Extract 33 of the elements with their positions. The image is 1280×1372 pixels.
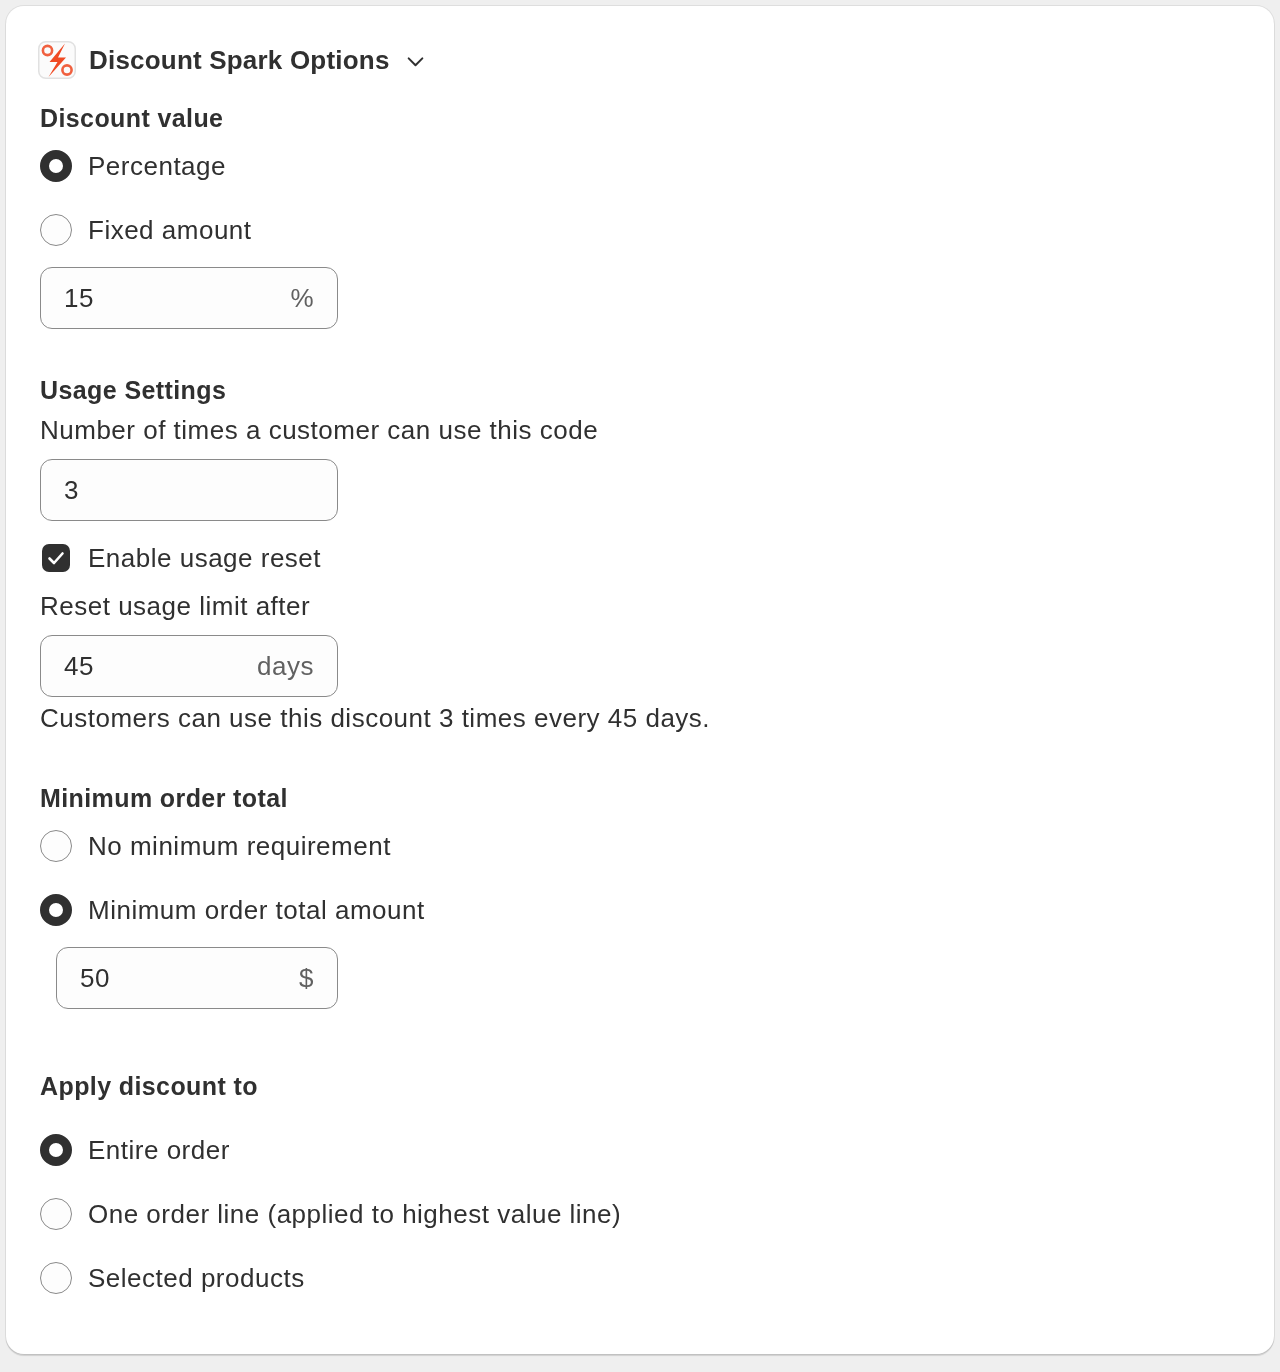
currency-label: $ xyxy=(299,962,314,994)
chevron-down-icon[interactable] xyxy=(406,56,424,67)
checkbox-label: Enable usage reset xyxy=(88,542,322,574)
percentage-field[interactable]: 15 % xyxy=(40,267,338,329)
field-label: Reset usage limit after xyxy=(40,590,311,622)
card-title: Discount Spark Options xyxy=(89,44,390,76)
section-heading: Apply discount to xyxy=(40,1071,258,1102)
unit-label: days xyxy=(257,650,314,682)
radio-label: Percentage xyxy=(88,150,226,182)
radio-button[interactable] xyxy=(40,1262,72,1294)
checkbox[interactable] xyxy=(42,544,70,572)
radio-button[interactable] xyxy=(40,894,72,926)
radio-button[interactable] xyxy=(40,830,72,862)
amount-field[interactable]: 50 $ xyxy=(56,947,338,1009)
section-heading: Usage Settings xyxy=(40,375,227,406)
help-text: Customers can use this discount 3 times every 45 days. xyxy=(40,702,711,734)
radio-button[interactable] xyxy=(40,1134,72,1166)
field-label: Number of times a customer can use this code xyxy=(40,414,599,446)
radio-label: No minimum requirement xyxy=(88,830,391,862)
radio-label: Fixed amount xyxy=(88,214,252,246)
radio-label: Selected products xyxy=(88,1262,305,1294)
radio-label: Minimum order total amount xyxy=(88,894,425,926)
percent-bolt-icon xyxy=(38,41,76,79)
section-heading: Discount value xyxy=(40,103,224,134)
usage-limit-field[interactable]: 3 xyxy=(40,459,338,521)
radio-button[interactable] xyxy=(40,1198,72,1230)
radio-button[interactable] xyxy=(40,150,72,182)
radio-label: Entire order xyxy=(88,1134,230,1166)
radio-label: One order line (applied to highest value line) xyxy=(88,1198,622,1230)
days-field[interactable]: 45 days xyxy=(40,635,338,697)
radio-button[interactable] xyxy=(40,214,72,246)
unit-label: % xyxy=(290,282,314,314)
section-heading: Minimum order total xyxy=(40,783,288,814)
